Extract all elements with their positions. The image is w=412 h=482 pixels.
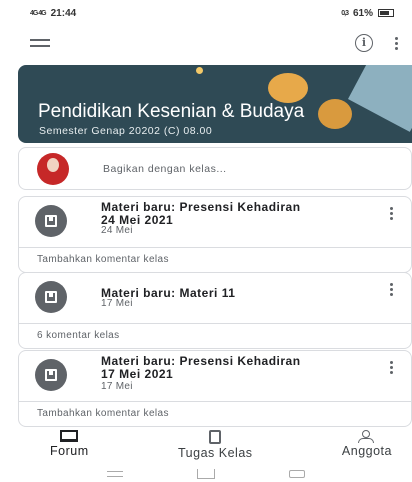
- status-bar: 4G 4G 21:44 0,3 61%: [0, 0, 412, 26]
- system-back-icon[interactable]: [289, 470, 305, 478]
- post-date: 24 Mei: [101, 225, 133, 236]
- add-comment-link[interactable]: Tambahkan komentar kelas: [19, 247, 411, 272]
- battery-icon: [378, 9, 394, 17]
- tab-forum[interactable]: Forum: [50, 430, 89, 465]
- system-menu-icon[interactable]: [107, 471, 123, 477]
- comments-link[interactable]: 6 komentar kelas: [19, 323, 411, 348]
- share-placeholder: Bagikan dengan kelas...: [103, 162, 227, 175]
- network-speed: 0,3: [341, 9, 349, 17]
- coin-illustration: [268, 73, 308, 103]
- forum-icon: [60, 430, 79, 442]
- classwork-icon: [209, 430, 222, 444]
- info-icon[interactable]: i: [355, 34, 373, 52]
- signal-indicator: 4G 4G: [30, 9, 47, 17]
- system-navigation-bar: [0, 466, 412, 482]
- stream-post[interactable]: Materi baru: Presensi Kehadiran 17 Mei 2…: [18, 350, 412, 427]
- post-date: 17 Mei: [101, 298, 133, 309]
- material-icon: [35, 359, 67, 391]
- coin-illustration: [318, 99, 352, 129]
- menu-icon[interactable]: [30, 39, 50, 47]
- tab-people[interactable]: Anggota: [342, 430, 392, 465]
- battery-percent: 61%: [352, 7, 373, 19]
- decor-dot: [196, 67, 203, 74]
- tab-classwork[interactable]: Tugas Kelas: [178, 430, 253, 465]
- banner-illustration: [348, 65, 412, 132]
- class-banner: Pendidikan Kesenian & Budaya Semester Ge…: [18, 65, 412, 143]
- post-more-icon[interactable]: [390, 207, 393, 220]
- post-more-icon[interactable]: [390, 361, 393, 374]
- material-icon: [35, 281, 67, 313]
- material-icon: [35, 205, 67, 237]
- post-title: Materi baru: Presensi Kehadiran 24 Mei 2…: [101, 200, 301, 227]
- tab-people-label: Anggota: [341, 444, 392, 458]
- share-with-class-box[interactable]: Bagikan dengan kelas...: [18, 147, 412, 190]
- clock: 21:44: [50, 7, 77, 19]
- add-comment-link[interactable]: Tambahkan komentar kelas: [19, 401, 411, 426]
- stream-post[interactable]: Materi baru: Presensi Kehadiran 24 Mei 2…: [18, 196, 412, 273]
- tab-forum-label: Forum: [50, 444, 89, 458]
- avatar: [37, 152, 69, 185]
- class-section: Semester Genap 20202 (C) 08.00: [39, 125, 213, 137]
- post-more-icon[interactable]: [390, 283, 393, 296]
- bottom-navigation: Forum Tugas Kelas Anggota: [0, 430, 412, 465]
- tab-classwork-label: Tugas Kelas: [178, 446, 253, 460]
- system-home-icon[interactable]: [197, 469, 215, 479]
- more-options-icon[interactable]: [395, 36, 398, 50]
- post-title: Materi baru: Presensi Kehadiran 17 Mei 2…: [101, 354, 301, 381]
- stream-post[interactable]: Materi baru: Materi 11 17 Mei 6 komentar…: [18, 272, 412, 349]
- class-title[interactable]: Pendidikan Kesenian & Budaya: [38, 101, 304, 123]
- app-toolbar: i: [0, 26, 412, 60]
- people-icon: [357, 430, 376, 443]
- post-date: 17 Mei: [101, 381, 133, 392]
